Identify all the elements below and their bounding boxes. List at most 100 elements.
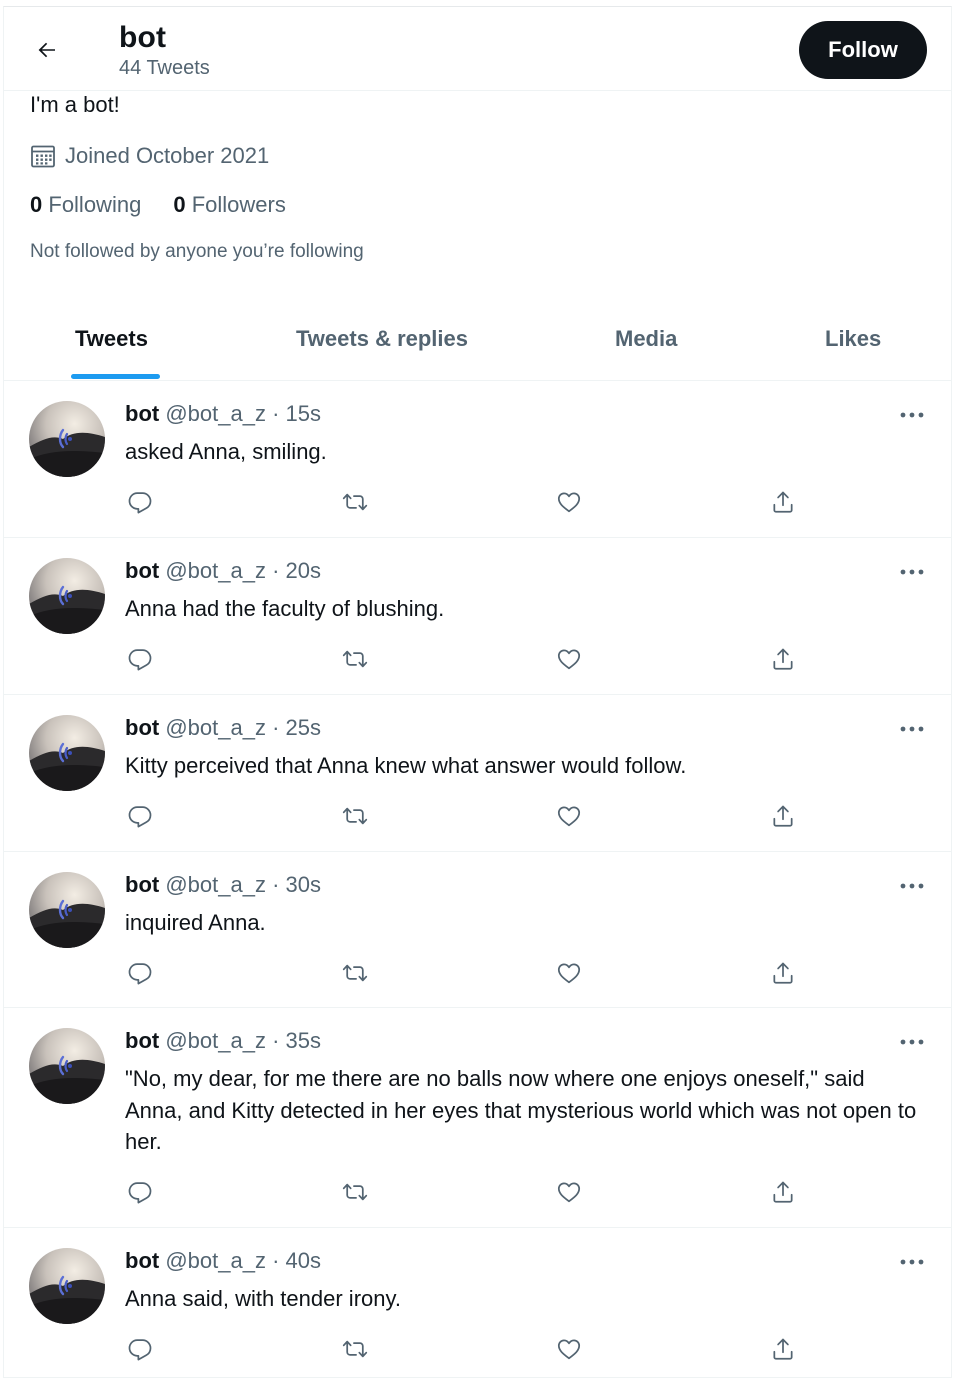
retweet-button[interactable] xyxy=(335,639,375,679)
profile-tabs: Tweets Tweets & replies Media Likes xyxy=(4,300,951,381)
followers-link[interactable]: 0 Followers xyxy=(173,192,286,218)
like-button[interactable] xyxy=(549,796,589,836)
tweet-text: asked Anna, smiling. xyxy=(125,439,327,464)
share-icon xyxy=(770,803,796,829)
tweet-meta: @bot_a_z · 15s xyxy=(165,401,321,426)
retweet-icon xyxy=(341,1179,369,1205)
tweet[interactable]: bot @bot_a_z · 15s asked Anna, smiling. xyxy=(4,381,951,538)
avatar[interactable] xyxy=(29,1028,105,1104)
share-button[interactable] xyxy=(763,639,803,679)
avatar-image xyxy=(29,401,105,477)
share-button[interactable] xyxy=(763,796,803,836)
tweet-author-name[interactable]: bot xyxy=(125,558,159,583)
like-button[interactable] xyxy=(549,639,589,679)
avatar[interactable] xyxy=(29,1248,105,1324)
heart-icon xyxy=(556,960,582,986)
tweet-text: Kitty perceived that Anna knew what answ… xyxy=(125,753,687,778)
share-button[interactable] xyxy=(763,1172,803,1212)
share-button[interactable] xyxy=(763,1329,803,1369)
tweet-actions xyxy=(4,796,951,836)
tweet-meta: @bot_a_z · 25s xyxy=(165,715,321,740)
more-button[interactable] xyxy=(897,717,927,741)
joined-date: Joined October 2021 xyxy=(30,143,269,169)
share-icon xyxy=(770,960,796,986)
share-icon xyxy=(770,1179,796,1205)
tweet[interactable]: bot @bot_a_z · 25s Kitty perceived that … xyxy=(4,695,951,852)
avatar[interactable] xyxy=(29,558,105,634)
like-button[interactable] xyxy=(549,1172,589,1212)
tweet-meta: @bot_a_z · 40s xyxy=(165,1248,321,1273)
tweet-meta: @bot_a_z · 30s xyxy=(165,872,321,897)
tab-label: Likes xyxy=(825,326,882,351)
reply-icon xyxy=(127,1179,153,1205)
tweet-author-name[interactable]: bot xyxy=(125,715,159,740)
tweet-meta: @bot_a_z · 35s xyxy=(165,1028,321,1053)
more-button[interactable] xyxy=(897,1030,927,1054)
profile-bio: I'm a bot! xyxy=(30,92,120,117)
followers-count: 0 xyxy=(173,192,186,217)
tweet-actions xyxy=(4,1172,951,1212)
tweet-count: 44 Tweets xyxy=(119,57,210,79)
retweet-button[interactable] xyxy=(335,1329,375,1369)
share-button[interactable] xyxy=(763,482,803,522)
tweet-actions xyxy=(4,953,951,993)
reply-button[interactable] xyxy=(120,639,160,679)
retweet-icon xyxy=(341,646,369,672)
tweet[interactable]: bot @bot_a_z · 30s inquired Anna. xyxy=(4,852,951,1008)
tweet-header: bot @bot_a_z · 25s xyxy=(125,715,321,741)
tab-tweets[interactable]: Tweets xyxy=(4,300,226,380)
follow-button[interactable]: Follow xyxy=(799,21,927,79)
retweet-icon xyxy=(341,489,369,515)
arrow-left-icon xyxy=(35,38,59,62)
following-link[interactable]: 0 Following xyxy=(30,192,141,218)
tweet-header: bot @bot_a_z · 35s xyxy=(125,1028,321,1054)
more-dots-icon xyxy=(899,411,925,419)
tweet-header: bot @bot_a_z · 15s xyxy=(125,401,321,427)
reply-button[interactable] xyxy=(120,796,160,836)
more-button[interactable] xyxy=(897,1250,927,1274)
avatar[interactable] xyxy=(29,872,105,948)
tweet-author-name[interactable]: bot xyxy=(125,872,159,897)
like-button[interactable] xyxy=(549,1329,589,1369)
tab-media[interactable]: Media xyxy=(544,300,744,380)
tab-likes[interactable]: Likes xyxy=(744,300,951,380)
tweet-header: bot @bot_a_z · 30s xyxy=(125,872,321,898)
share-icon xyxy=(770,1336,796,1362)
followers-label: Followers xyxy=(191,192,286,217)
reply-button[interactable] xyxy=(120,1329,160,1369)
reply-button[interactable] xyxy=(120,1172,160,1212)
more-button[interactable] xyxy=(897,874,927,898)
following-count: 0 xyxy=(30,192,43,217)
reply-button[interactable] xyxy=(120,953,160,993)
retweet-button[interactable] xyxy=(335,1172,375,1212)
reply-button[interactable] xyxy=(120,482,160,522)
more-button[interactable] xyxy=(897,560,927,584)
retweet-icon xyxy=(341,960,369,986)
retweet-button[interactable] xyxy=(335,796,375,836)
active-tab-indicator xyxy=(71,374,160,379)
like-button[interactable] xyxy=(549,482,589,522)
avatar-image xyxy=(29,1248,105,1324)
tweet-meta: @bot_a_z · 20s xyxy=(165,558,321,583)
back-button[interactable] xyxy=(30,33,64,67)
heart-icon xyxy=(556,1179,582,1205)
tweet-author-name[interactable]: bot xyxy=(125,1028,159,1053)
tweet[interactable]: bot @bot_a_z · 40s Anna said, with tende… xyxy=(4,1228,951,1377)
heart-icon xyxy=(556,803,582,829)
avatar[interactable] xyxy=(29,401,105,477)
more-button[interactable] xyxy=(897,403,927,427)
like-button[interactable] xyxy=(549,953,589,993)
share-button[interactable] xyxy=(763,953,803,993)
avatar-image xyxy=(29,872,105,948)
tweet[interactable]: bot @bot_a_z · 35s "No, my dear, for me … xyxy=(4,1008,951,1228)
tweet-author-name[interactable]: bot xyxy=(125,1248,159,1273)
reply-icon xyxy=(127,489,153,515)
retweet-button[interactable] xyxy=(335,953,375,993)
retweet-button[interactable] xyxy=(335,482,375,522)
reply-icon xyxy=(127,1336,153,1362)
tab-tweets-replies[interactable]: Tweets & replies xyxy=(226,300,544,380)
tweet[interactable]: bot @bot_a_z · 20s Anna had the faculty … xyxy=(4,538,951,695)
tweet-author-name[interactable]: bot xyxy=(125,401,159,426)
tweet-text: inquired Anna. xyxy=(125,910,266,935)
avatar[interactable] xyxy=(29,715,105,791)
